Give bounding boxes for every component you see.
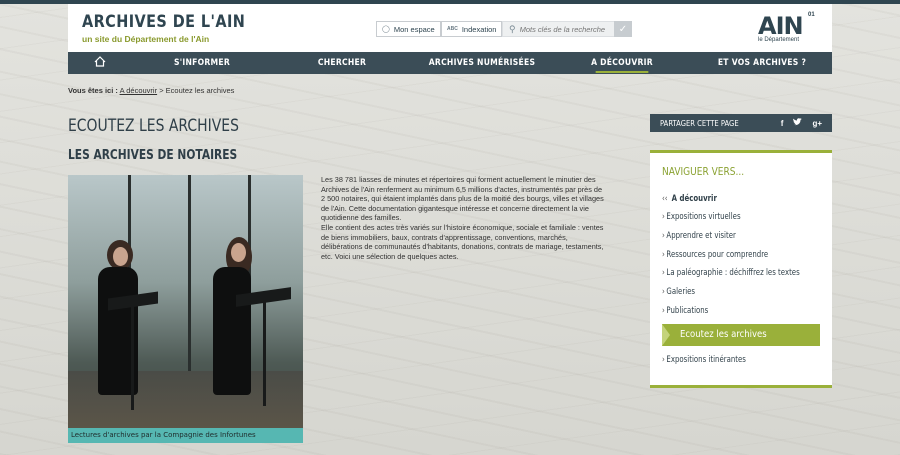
reader-right-head bbox=[231, 243, 246, 262]
site-subtitle: un site du Département de l'Ain bbox=[82, 34, 210, 44]
intro-paragraph-1: Les 38 781 liasses de minutes et réperto… bbox=[321, 175, 604, 223]
search-box: ⚲ bbox=[502, 21, 632, 37]
nav-link-label: Expositions virtuelles bbox=[666, 212, 741, 222]
ain-logo-text: AIN bbox=[758, 12, 804, 40]
nav-link-label: La paléographie : déchiffrez les textes bbox=[666, 268, 800, 278]
search-submit-button[interactable]: ✓ bbox=[614, 21, 632, 37]
window-frame bbox=[188, 175, 191, 385]
share-bar: PARTAGER CETTE PAGE f g+ bbox=[650, 114, 832, 132]
site-header: ARCHIVES DE L'AIN un site du Département… bbox=[68, 4, 832, 52]
user-icon: ◯ bbox=[382, 26, 390, 33]
nav-link-label: A découvrir bbox=[671, 194, 717, 204]
reader-right bbox=[213, 267, 251, 395]
google-plus-icon[interactable]: g+ bbox=[812, 119, 822, 128]
current-page-marker-icon bbox=[662, 324, 670, 346]
ain-logo-subtitle: le Département bbox=[758, 37, 800, 43]
nav-link-ecoutez-les-archives[interactable]: Ecoutez les archives bbox=[662, 324, 820, 346]
nav-item-chercher[interactable]: CHERCHER bbox=[283, 52, 402, 74]
share-label: PARTAGER CETTE PAGE bbox=[660, 118, 739, 128]
nav-link-a-decouvrir[interactable]: ‹‹ A découvrir bbox=[662, 194, 717, 204]
chevron-right-icon: › bbox=[662, 212, 665, 222]
facebook-icon[interactable]: f bbox=[781, 119, 784, 128]
nav-link-label: Apprendre et visiter bbox=[666, 231, 736, 241]
nav-link-galeries[interactable]: › Galeries bbox=[662, 287, 695, 297]
chevron-right-icon: › bbox=[662, 287, 665, 297]
navigation-box: NAVIGUER VERS... ‹‹ A découvrir › Exposit… bbox=[650, 150, 832, 388]
site-title[interactable]: ARCHIVES DE L'AIN bbox=[82, 12, 245, 32]
nav-item-a-decouvrir[interactable]: A DÉCOUVRIR bbox=[563, 52, 682, 74]
nav-link-paleographie[interactable]: › La paléographie : déchiffrez les textes bbox=[662, 268, 800, 278]
nav-box-title: NAVIGUER VERS... bbox=[662, 165, 745, 178]
performance-photo: Lectures d'archives par la Compagnie des… bbox=[68, 175, 303, 443]
chevron-right-icon: › bbox=[662, 306, 665, 316]
section-title: LES ARCHIVES DE NOTAIRES bbox=[68, 148, 238, 163]
ain-logo-number: 01 bbox=[808, 12, 815, 18]
chevron-right-icon: › bbox=[662, 355, 665, 365]
double-chevron-left-icon: ‹‹ bbox=[662, 194, 668, 204]
intro-text: Les 38 781 liasses de minutes et réperto… bbox=[321, 175, 606, 261]
nav-link-current-label: Ecoutez les archives bbox=[680, 329, 767, 340]
music-stand-left-pole bbox=[131, 305, 134, 410]
indexation-label: Indexation bbox=[461, 24, 497, 34]
nav-link-expositions-virtuelles[interactable]: › Expositions virtuelles bbox=[662, 212, 741, 222]
breadcrumb-link-a-decouvrir[interactable]: A découvrir bbox=[120, 86, 158, 95]
nav-link-publications[interactable]: › Publications bbox=[662, 306, 708, 316]
nav-link-label: Ressources pour comprendre bbox=[666, 250, 769, 260]
nav-link-expositions-itinerantes[interactable]: › Expositions itinérantes bbox=[662, 355, 746, 365]
nav-link-apprendre-et-visiter[interactable]: › Apprendre et visiter bbox=[662, 231, 736, 241]
nav-item-archives-numerisees[interactable]: ARCHIVES NUMÉRISÉES bbox=[423, 52, 542, 74]
photo-caption: Lectures d'archives par la Compagnie des… bbox=[68, 428, 303, 443]
nav-link-ressources[interactable]: › Ressources pour comprendre bbox=[662, 250, 768, 260]
breadcrumb-current: > Ecoutez les archives bbox=[159, 86, 235, 95]
page-title: ECOUTEZ LES ARCHIVES bbox=[68, 116, 239, 136]
chevron-right-icon: › bbox=[662, 268, 665, 278]
chevron-right-icon: › bbox=[662, 250, 665, 260]
abc-icon: ABC bbox=[447, 26, 458, 32]
music-stand-right-pole bbox=[263, 301, 266, 406]
ain-departement-logo[interactable]: AIN 01 le Département bbox=[758, 12, 820, 46]
mon-espace-button[interactable]: ◯ Mon espace bbox=[376, 21, 441, 37]
nav-link-label: Galeries bbox=[666, 287, 696, 297]
breadcrumb: Vous êtes ici : A découvrir > Ecoutez le… bbox=[68, 86, 234, 95]
reader-left-head bbox=[113, 247, 128, 266]
main-navigation: S'INFORMER CHERCHER ARCHIVES NUMÉRISÉES … bbox=[68, 52, 832, 74]
mon-espace-label: Mon espace bbox=[393, 24, 435, 34]
search-input[interactable] bbox=[519, 24, 616, 34]
breadcrumb-prefix: Vous êtes ici : bbox=[68, 86, 118, 95]
twitter-icon[interactable] bbox=[793, 118, 803, 128]
nav-link-label: Expositions itinérantes bbox=[666, 355, 746, 365]
nav-item-et-vos-archives[interactable]: ET VOS ARCHIVES ? bbox=[703, 52, 822, 74]
home-icon[interactable] bbox=[68, 56, 132, 70]
nav-link-label: Publications bbox=[666, 306, 709, 316]
intro-paragraph-2: Elle contient des actes très variés sur … bbox=[321, 222, 604, 261]
nav-item-sinformer[interactable]: S'INFORMER bbox=[143, 52, 262, 74]
search-icon: ⚲ bbox=[509, 23, 516, 34]
indexation-button[interactable]: ABC Indexation bbox=[441, 21, 503, 37]
chevron-right-icon: › bbox=[662, 231, 665, 241]
